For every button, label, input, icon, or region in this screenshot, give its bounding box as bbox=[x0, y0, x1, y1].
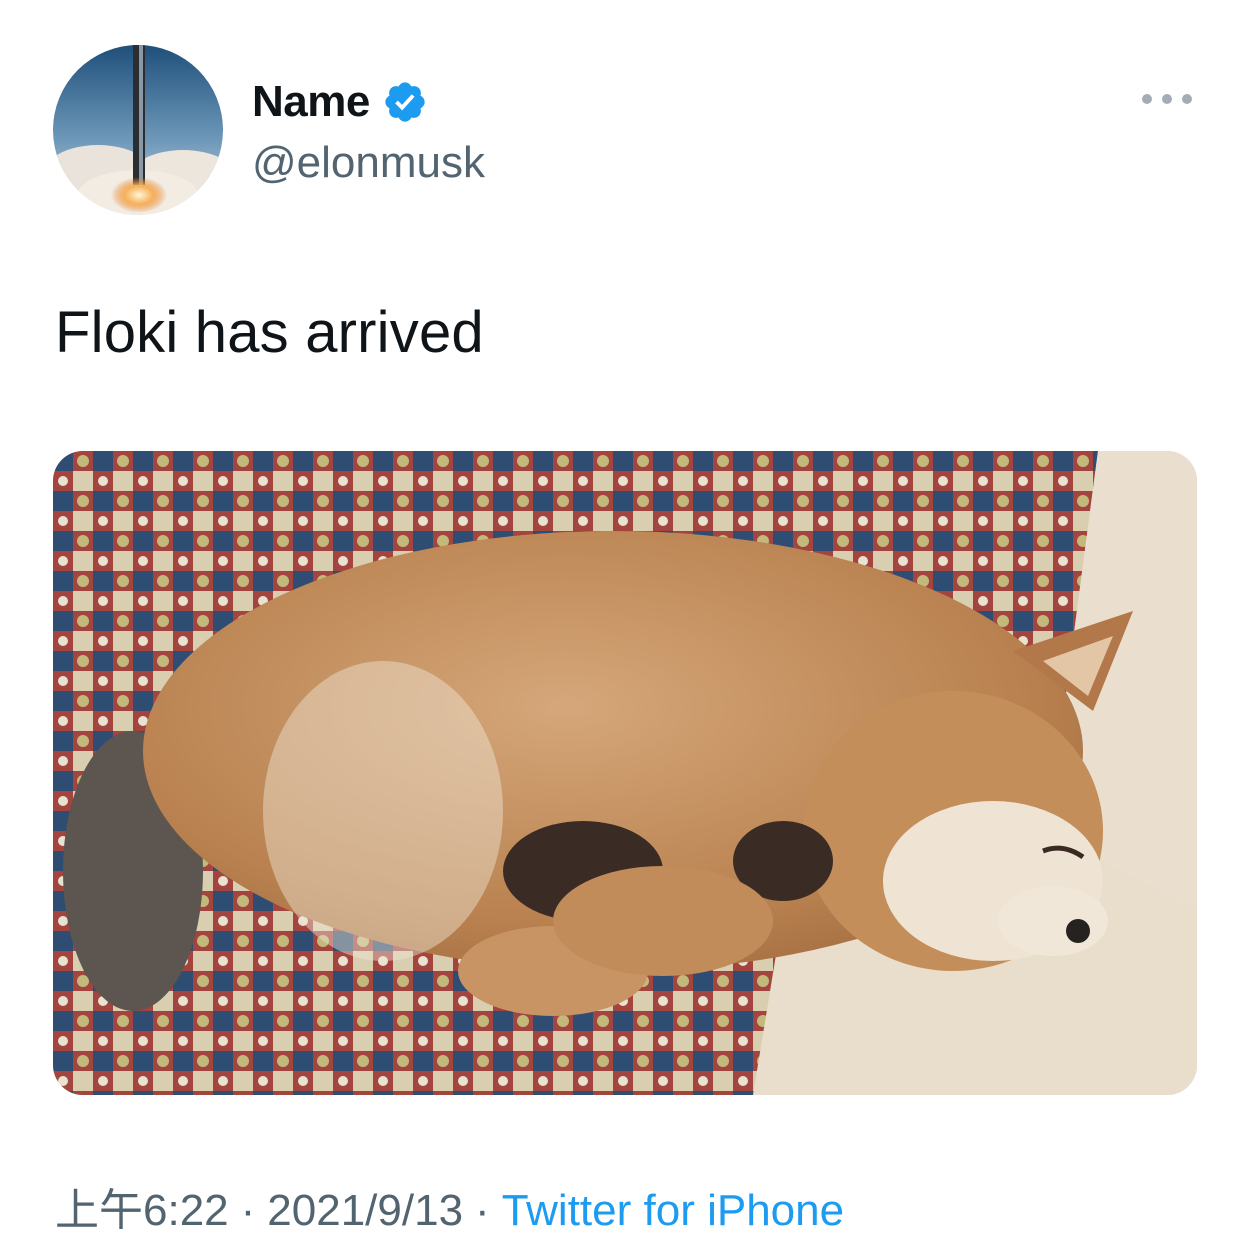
sleeping-puppy-photo-icon bbox=[53, 451, 1197, 1095]
author-avatar[interactable] bbox=[53, 45, 223, 215]
author-name-row[interactable]: Name bbox=[252, 74, 428, 130]
more-dot bbox=[1162, 94, 1172, 104]
meta-separator: · bbox=[475, 1186, 490, 1235]
tweet-meta: 上午6:22 · 2021/9/13 · Twitter for iPhone bbox=[55, 1183, 844, 1239]
tweet-date[interactable]: 2021/9/13 bbox=[267, 1186, 463, 1235]
verified-badge-icon bbox=[385, 82, 425, 122]
tweet-time[interactable]: 上午6:22 bbox=[55, 1186, 229, 1235]
author-handle[interactable]: @elonmusk bbox=[252, 135, 485, 191]
more-options-icon[interactable] bbox=[1142, 86, 1192, 112]
author-name[interactable]: Name bbox=[252, 74, 370, 130]
tweet-card: Name @elonmusk Floki has arrived 上午6:22 … bbox=[0, 0, 1250, 1258]
more-dot bbox=[1142, 94, 1152, 104]
tweet-photo[interactable] bbox=[53, 451, 1197, 1095]
meta-separator: · bbox=[240, 1186, 256, 1235]
tweet-text: Floki has arrived bbox=[55, 300, 484, 365]
more-dot bbox=[1182, 94, 1192, 104]
rocket-launch-avatar-icon bbox=[53, 45, 223, 215]
tweet-source-link[interactable]: Twitter for iPhone bbox=[502, 1186, 844, 1235]
